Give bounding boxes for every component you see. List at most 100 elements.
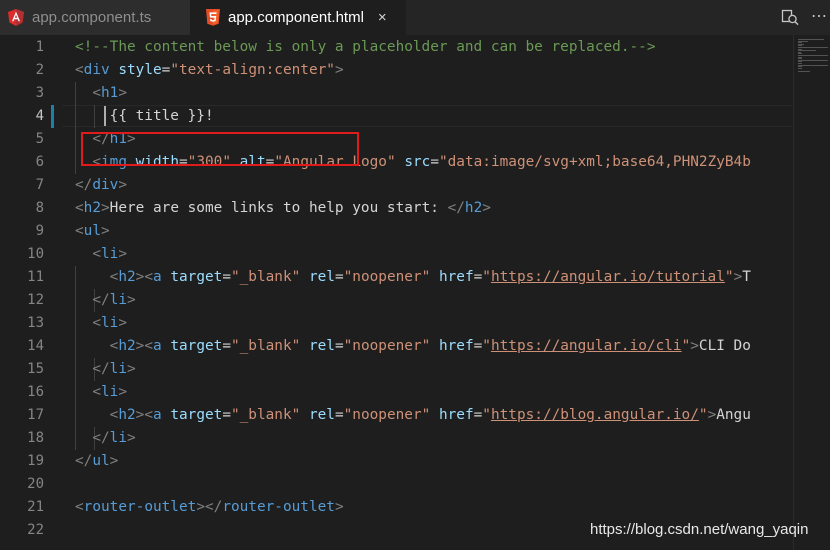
- code-token: </: [75, 453, 93, 469]
- code-token: >: [118, 384, 127, 400]
- code-token: li: [101, 315, 119, 331]
- code-token: =: [334, 338, 344, 354]
- code-line[interactable]: <h2><a target="_blank" rel="noopener" hr…: [75, 266, 751, 289]
- code-token: </: [92, 361, 110, 377]
- code-token: <: [92, 315, 101, 331]
- code-token: a: [152, 338, 162, 354]
- code-line[interactable]: </ul>: [75, 450, 118, 473]
- split-editor-icon[interactable]: [780, 7, 800, 27]
- code-token: ": [698, 407, 708, 423]
- html5-icon: [206, 9, 220, 26]
- close-tab-button[interactable]: ×: [378, 9, 387, 26]
- tab-app-component-ts[interactable]: app.component.ts: [0, 0, 190, 35]
- text-cursor: [104, 106, 106, 126]
- code-token: ": [482, 269, 491, 285]
- code-token: a: [152, 269, 162, 285]
- line-number: 18: [27, 430, 44, 446]
- code-token: href: [438, 269, 474, 285]
- code-line[interactable]: <li>: [75, 312, 127, 335]
- line-number: 8: [35, 200, 44, 216]
- code-token[interactable]: https://blog.angular.io/: [491, 407, 699, 423]
- code-line[interactable]: </li>: [75, 289, 136, 312]
- tab-bar: app.component.ts app.component.html × ⋯: [0, 0, 830, 35]
- code-line[interactable]: </div>: [75, 174, 127, 197]
- code-token: ></: [196, 499, 223, 515]
- code-token: h1: [101, 85, 119, 101]
- code-token: h2: [464, 200, 483, 216]
- scrollbar-edge: [793, 35, 794, 550]
- code-token: <!--The content below is only a placehol…: [75, 39, 656, 55]
- minimap-line: [798, 67, 802, 69]
- more-actions-icon[interactable]: ⋯: [811, 6, 828, 26]
- minimap-line: [798, 64, 828, 66]
- code-token: CLI Do: [698, 338, 751, 354]
- code-token: =: [473, 338, 483, 354]
- code-token[interactable]: https://angular.io/tutorial: [491, 269, 725, 285]
- line-number: 5: [35, 131, 44, 147]
- code-line[interactable]: </li>: [75, 427, 136, 450]
- code-editor[interactable]: 1 2 3 4 5 6 7 8 9 10 11 12 13 14 15 16 17 18 19 20 21 22 <!--…: [0, 35, 830, 550]
- code-token: "_blank": [230, 338, 301, 354]
- minimap-line: [798, 71, 810, 72]
- code-token: <: [75, 499, 84, 515]
- code-token: h2: [118, 338, 136, 354]
- angular-icon: [8, 9, 24, 26]
- modified-line-marker: [51, 105, 54, 128]
- code-token: li: [101, 246, 119, 262]
- tab-label: app.component.html: [228, 9, 364, 26]
- line-number: 19: [27, 453, 44, 469]
- code-line[interactable]: <h2><a target="_blank" rel="noopener" hr…: [75, 335, 751, 358]
- line-number: 12: [27, 292, 44, 308]
- code-token[interactable]: https://angular.io/cli: [491, 338, 682, 354]
- code-token: router-outlet: [83, 499, 197, 515]
- code-token: ><: [135, 338, 153, 354]
- code-line[interactable]: {{ title }}!: [75, 105, 214, 128]
- line-number: 21: [27, 499, 44, 515]
- code-token: >: [101, 200, 110, 216]
- code-token: =: [334, 407, 344, 423]
- minimap-line: [798, 47, 828, 48]
- code-line[interactable]: <li>: [75, 243, 127, 266]
- code-token: </: [92, 430, 110, 446]
- code-line[interactable]: <!--The content below is only a placehol…: [75, 36, 655, 59]
- line-number: 2: [35, 62, 44, 78]
- line-number: 10: [27, 246, 44, 262]
- line-number: 22: [27, 522, 44, 538]
- tab-label: app.component.ts: [32, 9, 152, 26]
- code-token: <: [92, 246, 101, 262]
- code-line[interactable]: <h2>Here are some links to help you star…: [75, 197, 491, 220]
- code-line[interactable]: <li>: [75, 381, 127, 404]
- code-token: >: [101, 223, 110, 239]
- code-token: ": [482, 338, 491, 354]
- code-line[interactable]: <ul>: [75, 220, 110, 243]
- code-token: >: [126, 292, 136, 308]
- code-token: target: [170, 407, 223, 423]
- code-token: "text-align:center": [170, 62, 335, 78]
- line-number: 7: [35, 177, 44, 193]
- code-token: ": [681, 338, 691, 354]
- code-line[interactable]: <h2><a target="_blank" rel="noopener" hr…: [75, 404, 751, 427]
- code-token: >: [707, 407, 717, 423]
- code-token: ><: [135, 407, 153, 423]
- code-token: >: [126, 430, 136, 446]
- code-line[interactable]: <div style="text-align:center">: [75, 59, 344, 82]
- code-line[interactable]: <h1>: [75, 82, 127, 105]
- code-line[interactable]: <router-outlet></router-outlet>: [75, 496, 344, 519]
- minimap[interactable]: [795, 35, 830, 75]
- code-token: T: [742, 269, 751, 285]
- code-token: li: [109, 430, 127, 446]
- tab-app-component-html[interactable]: app.component.html ×: [190, 0, 406, 35]
- code-line[interactable]: </li>: [75, 358, 135, 381]
- line-number: 14: [27, 338, 44, 354]
- code-token: ": [724, 269, 734, 285]
